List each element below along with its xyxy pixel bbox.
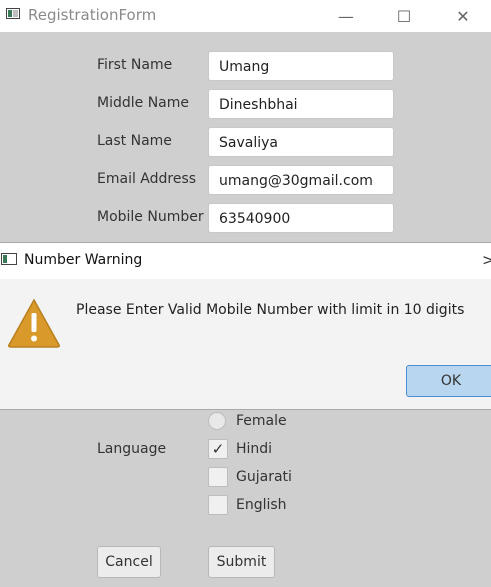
submit-button[interactable]: Submit: [208, 546, 275, 578]
email-field[interactable]: umang@30gmail.com: [208, 165, 394, 195]
middle-name-label: Middle Name: [97, 95, 189, 111]
gujarati-label: Gujarati: [236, 469, 292, 485]
ok-button[interactable]: OK: [406, 365, 491, 397]
window-title: RegistrationForm: [28, 6, 157, 24]
dialog-titlebar: Number Warning >: [0, 243, 491, 279]
dialog-app-icon: [1, 253, 17, 265]
number-warning-dialog: Number Warning > Please Enter Valid Mobi…: [0, 242, 491, 410]
last-name-label: Last Name: [97, 133, 172, 149]
mobile-number-field[interactable]: 63540900: [208, 203, 394, 233]
app-icon: [6, 8, 20, 19]
dialog-close-button[interactable]: >: [482, 251, 491, 269]
cancel-button[interactable]: Cancel: [97, 546, 161, 578]
first-name-field[interactable]: Umang: [208, 51, 394, 81]
english-checkbox[interactable]: [208, 495, 228, 515]
hindi-checkbox[interactable]: ✓: [208, 439, 228, 459]
email-label: Email Address: [97, 171, 197, 187]
mobile-number-label: Mobile Number: [97, 209, 204, 225]
close-button[interactable]: ✕: [440, 0, 486, 32]
window-titlebar: RegistrationForm — ☐ ✕: [0, 0, 491, 32]
dialog-title: Number Warning: [24, 252, 143, 268]
maximize-button[interactable]: ☐: [381, 0, 427, 32]
warning-icon: [8, 298, 60, 348]
gujarati-checkbox[interactable]: [208, 467, 228, 487]
gender-female-radio[interactable]: [208, 412, 226, 430]
middle-name-field[interactable]: Dineshbhai: [208, 89, 394, 119]
first-name-label: First Name: [97, 57, 173, 73]
minimize-button[interactable]: —: [323, 0, 369, 32]
last-name-field[interactable]: Savaliya: [208, 127, 394, 157]
dialog-message: Please Enter Valid Mobile Number with li…: [76, 302, 465, 318]
language-label: Language: [97, 441, 167, 457]
english-label: English: [236, 497, 287, 513]
hindi-label: Hindi: [236, 441, 273, 457]
gender-female-label: Female: [236, 413, 287, 429]
